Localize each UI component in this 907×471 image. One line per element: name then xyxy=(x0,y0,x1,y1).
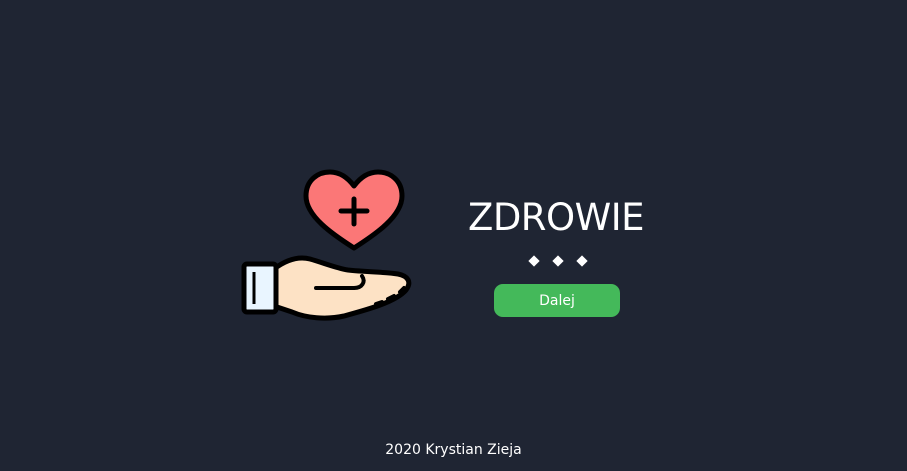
heart-hand-icon xyxy=(236,164,420,330)
diamond-divider xyxy=(528,255,588,267)
footer-copyright: 2020 Krystian Zieja xyxy=(385,442,522,458)
diamond-icon xyxy=(576,255,588,267)
next-button[interactable]: Dalej xyxy=(494,284,620,317)
page-title: ZDROWIE xyxy=(467,196,645,239)
diamond-icon xyxy=(552,255,564,267)
diamond-icon xyxy=(528,255,540,267)
